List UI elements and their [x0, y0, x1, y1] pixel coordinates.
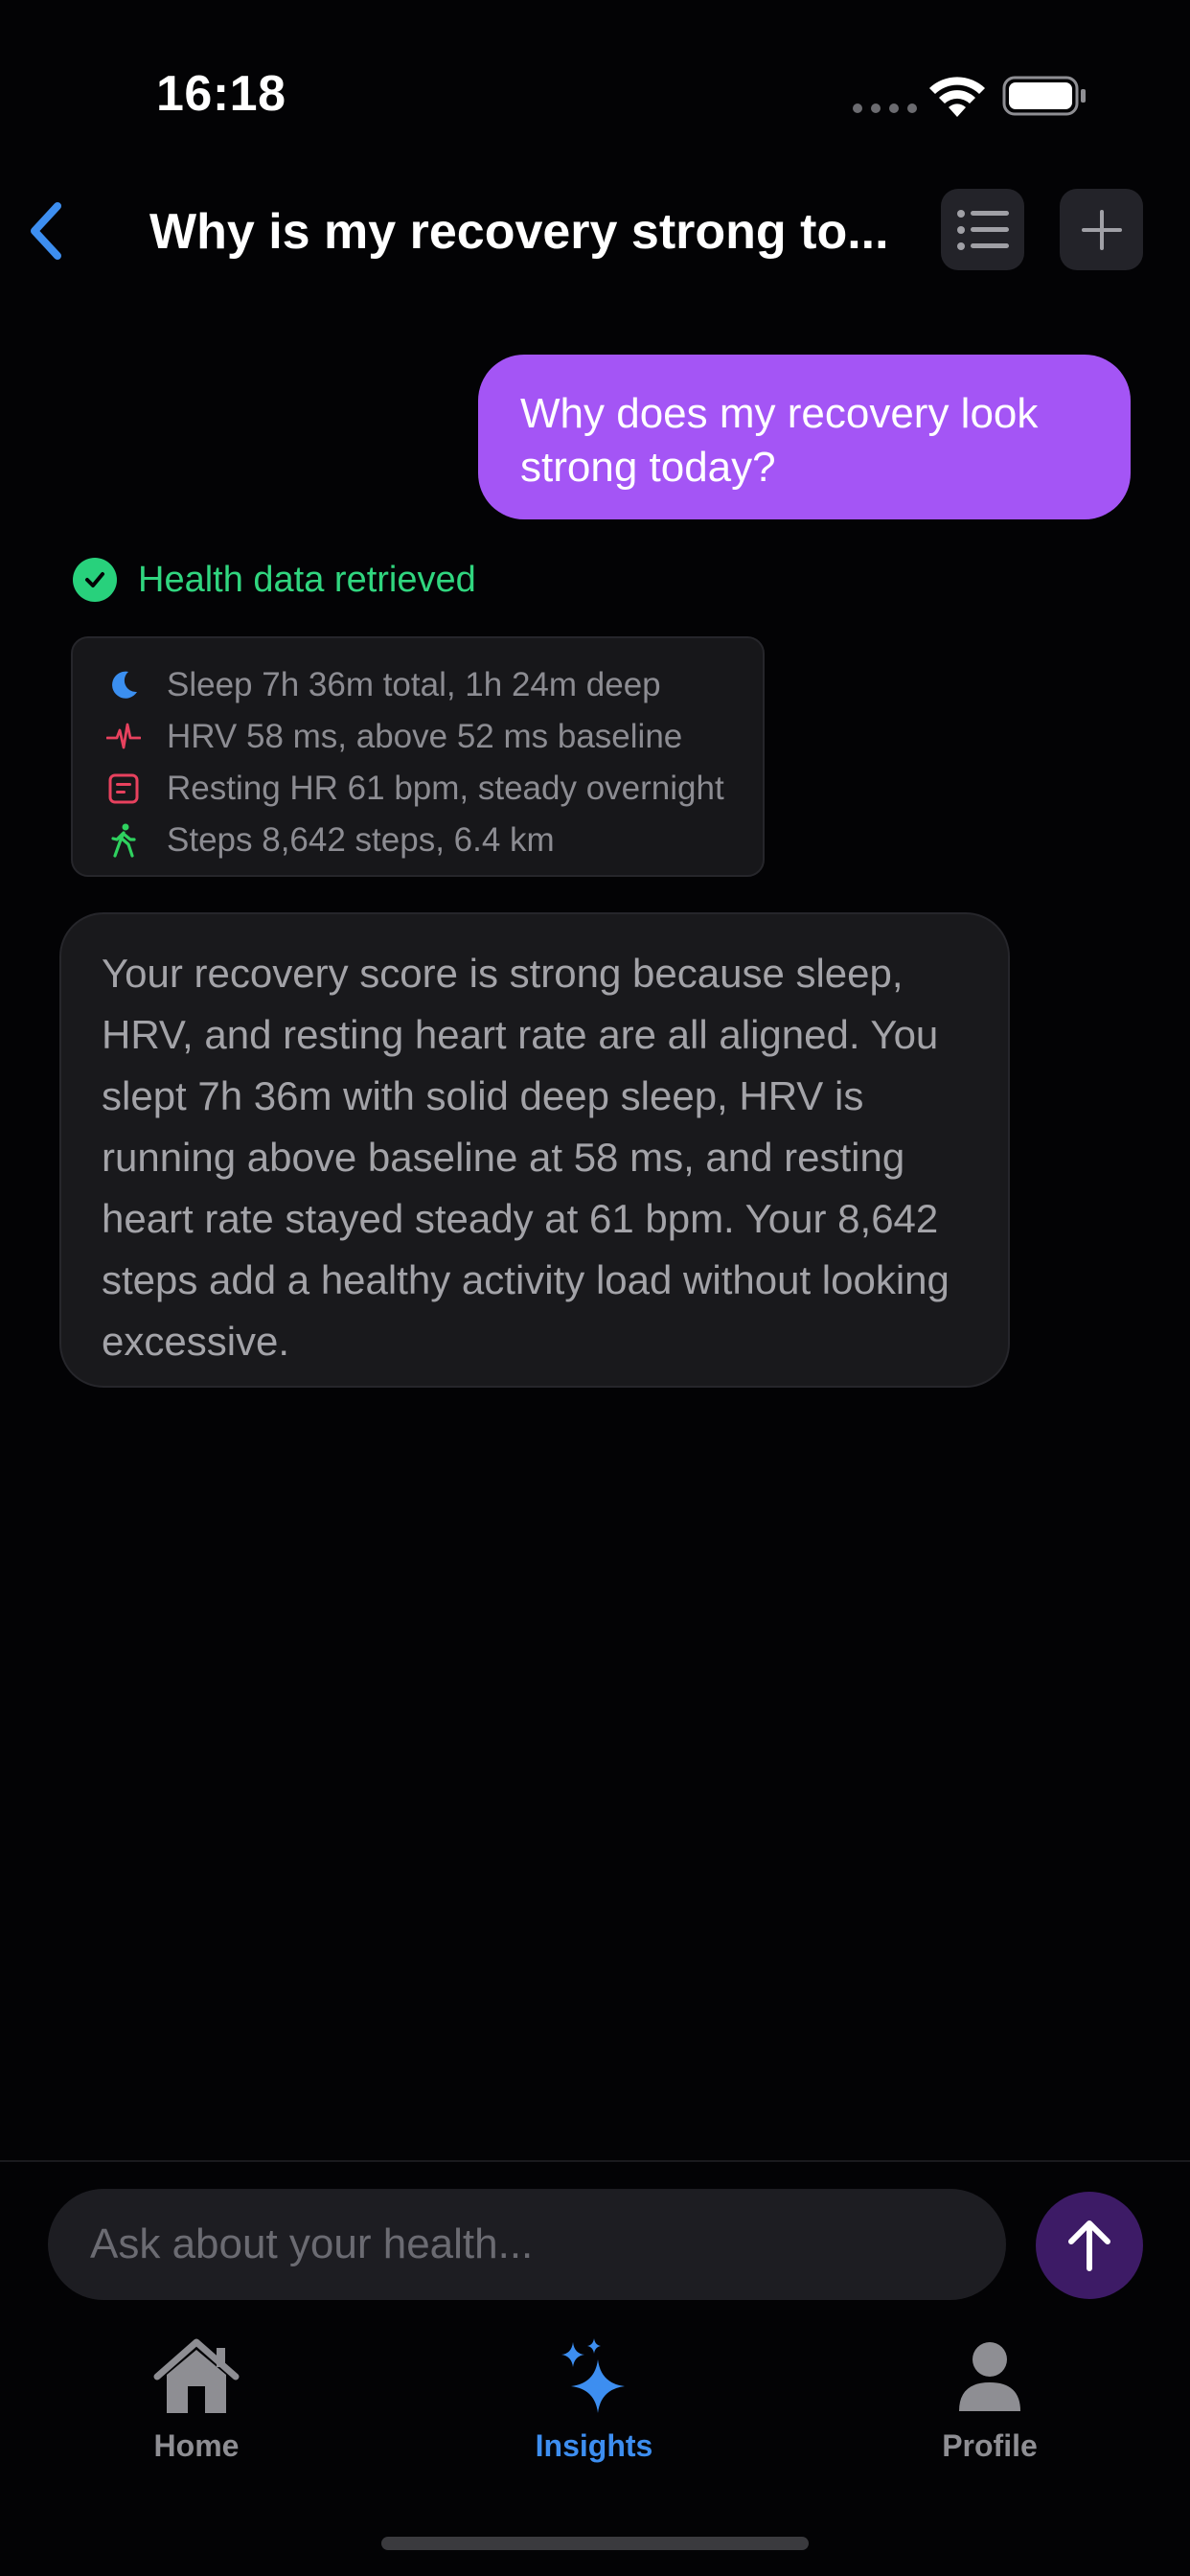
walking-icon	[105, 822, 142, 859]
conversations-list-button[interactable]	[941, 189, 1024, 270]
metric-sleep: Sleep 7h 36m total, 1h 24m deep	[73, 659, 763, 711]
list-icon	[956, 209, 1009, 250]
metric-steps: Steps 8,642 steps, 6.4 km	[73, 815, 763, 866]
tab-profile[interactable]: Profile	[884, 2338, 1095, 2464]
health-data-card: Sleep 7h 36m total, 1h 24m deep HRV 58 m…	[71, 636, 765, 877]
house-icon	[153, 2338, 240, 2413]
wifi-icon	[929, 77, 985, 117]
health-data-status: Health data retrieved	[73, 558, 476, 602]
conversation-title: Why is my recovery strong to...	[149, 204, 887, 260]
health-data-status-label: Health data retrieved	[138, 559, 476, 600]
metric-resting-hr: Resting HR 61 bpm, steady overnight	[73, 763, 763, 815]
assistant-message-bubble: Your recovery score is strong because sl…	[59, 912, 1010, 1388]
battery-icon	[1002, 76, 1086, 116]
person-icon	[959, 2342, 1020, 2411]
send-button[interactable]	[1036, 2192, 1143, 2299]
sparkles-icon	[561, 2338, 625, 2413]
metric-hrv: HRV 58 ms, above 52 ms baseline	[73, 711, 763, 763]
tab-label: Insights	[535, 2428, 653, 2463]
heart-rate-monitor-icon	[105, 770, 142, 807]
tab-insights[interactable]: Insights	[489, 2338, 699, 2464]
heartbeat-icon	[105, 719, 142, 755]
cellular-signal-icon	[853, 104, 917, 113]
plus-icon	[1081, 209, 1122, 250]
home-indicator	[381, 2537, 809, 2550]
user-message-bubble: Why does my recovery look strong today?	[478, 355, 1131, 519]
moon-icon	[105, 667, 142, 703]
input-divider	[0, 2160, 1190, 2162]
metric-text: HRV 58 ms, above 52 ms baseline	[167, 718, 683, 755]
arrow-up-icon	[1068, 2220, 1110, 2271]
new-chat-button[interactable]	[1060, 189, 1143, 270]
chat-screen: 16:18 Why is my recovery strong to... Wh…	[0, 0, 1190, 2576]
metric-text: Sleep 7h 36m total, 1h 24m deep	[167, 666, 661, 703]
back-chevron-icon[interactable]	[21, 196, 71, 265]
status-time: 16:18	[156, 66, 286, 122]
metric-text: Steps 8,642 steps, 6.4 km	[167, 821, 555, 859]
check-circle-icon	[73, 558, 117, 602]
tab-home[interactable]: Home	[91, 2338, 302, 2464]
metric-text: Resting HR 61 bpm, steady overnight	[167, 770, 724, 807]
tab-label: Home	[153, 2428, 240, 2463]
ask-input[interactable]	[48, 2189, 1006, 2300]
tab-label: Profile	[942, 2428, 1038, 2463]
